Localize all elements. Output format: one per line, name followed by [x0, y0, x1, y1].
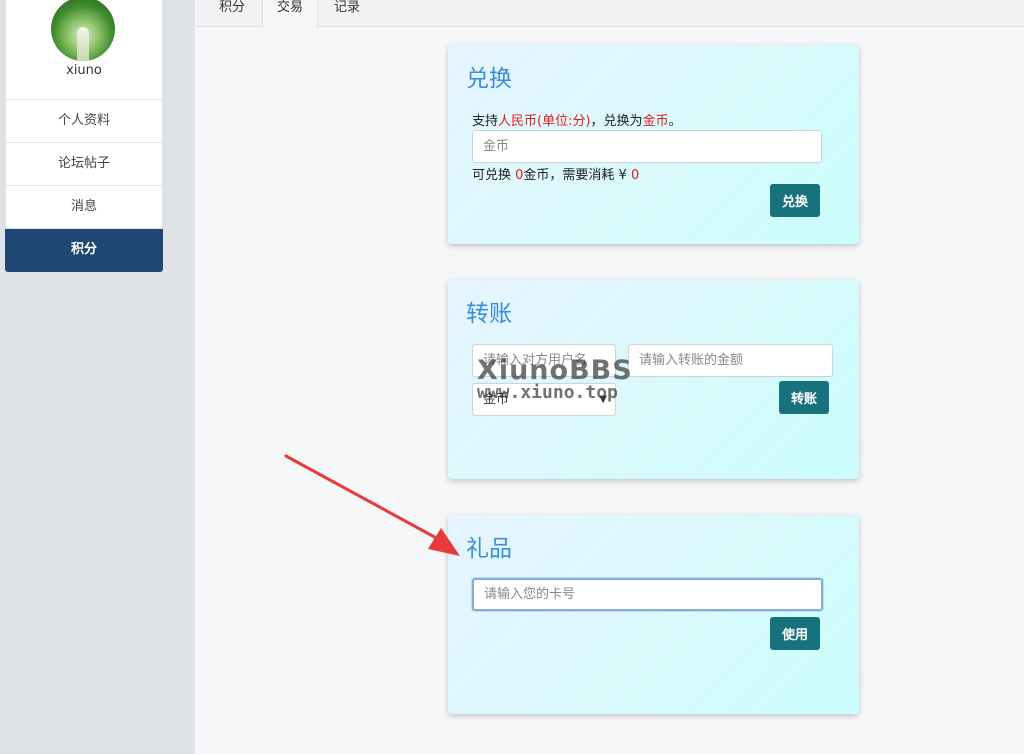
recipient-username-input[interactable]	[472, 344, 616, 377]
profile-card: xiuno	[5, 0, 163, 100]
exchange-card: 兑换 支持人民币(单位:分)，兑换为金币。 可兑换 0金币，需要消耗 ¥ 0 兑…	[448, 45, 859, 244]
gift-title: 礼品	[466, 536, 512, 562]
username: xiuno	[66, 63, 102, 78]
transfer-button[interactable]: 转账	[779, 381, 830, 414]
currency-select[interactable]: 金币 ▼	[472, 383, 616, 416]
transfer-amount-input[interactable]	[628, 344, 833, 377]
exchange-title: 兑换	[466, 66, 512, 92]
transfer-card: 转账 金币 ▼ 转账	[448, 280, 859, 479]
chevron-down-icon: ▼	[599, 394, 607, 405]
sidebar: xiuno 个人资料 论坛帖子 消息 积分	[5, 0, 163, 272]
main-content: 积分 交易 记录 兑换 支持人民币(单位:分)，兑换为金币。 可兑换 0金币，需…	[195, 0, 1024, 754]
exchange-description: 支持人民币(单位:分)，兑换为金币。	[472, 114, 682, 129]
coin-amount-input[interactable]	[472, 130, 822, 163]
sidebar-item-points[interactable]: 积分	[5, 229, 163, 272]
transfer-title: 转账	[466, 301, 512, 327]
tab-trade[interactable]: 交易	[262, 0, 319, 28]
exchange-button[interactable]: 兑换	[770, 184, 821, 217]
tab-records[interactable]: 记录	[320, 0, 374, 27]
sidebar-item-profile[interactable]: 个人资料	[5, 100, 163, 143]
sidebar-item-messages[interactable]: 消息	[5, 186, 163, 229]
card-number-input[interactable]	[472, 578, 823, 611]
tab-bar: 积分 交易 记录	[195, 0, 1024, 28]
sidebar-item-forum-posts[interactable]: 论坛帖子	[5, 143, 163, 186]
avatar[interactable]	[51, 0, 115, 61]
gift-card: 礼品 使用	[448, 515, 859, 714]
currency-select-value: 金币	[483, 392, 510, 407]
exchange-estimate: 可兑换 0金币，需要消耗 ¥ 0	[472, 168, 640, 183]
use-gift-button[interactable]: 使用	[770, 617, 821, 650]
tab-points[interactable]: 积分	[205, 0, 259, 27]
